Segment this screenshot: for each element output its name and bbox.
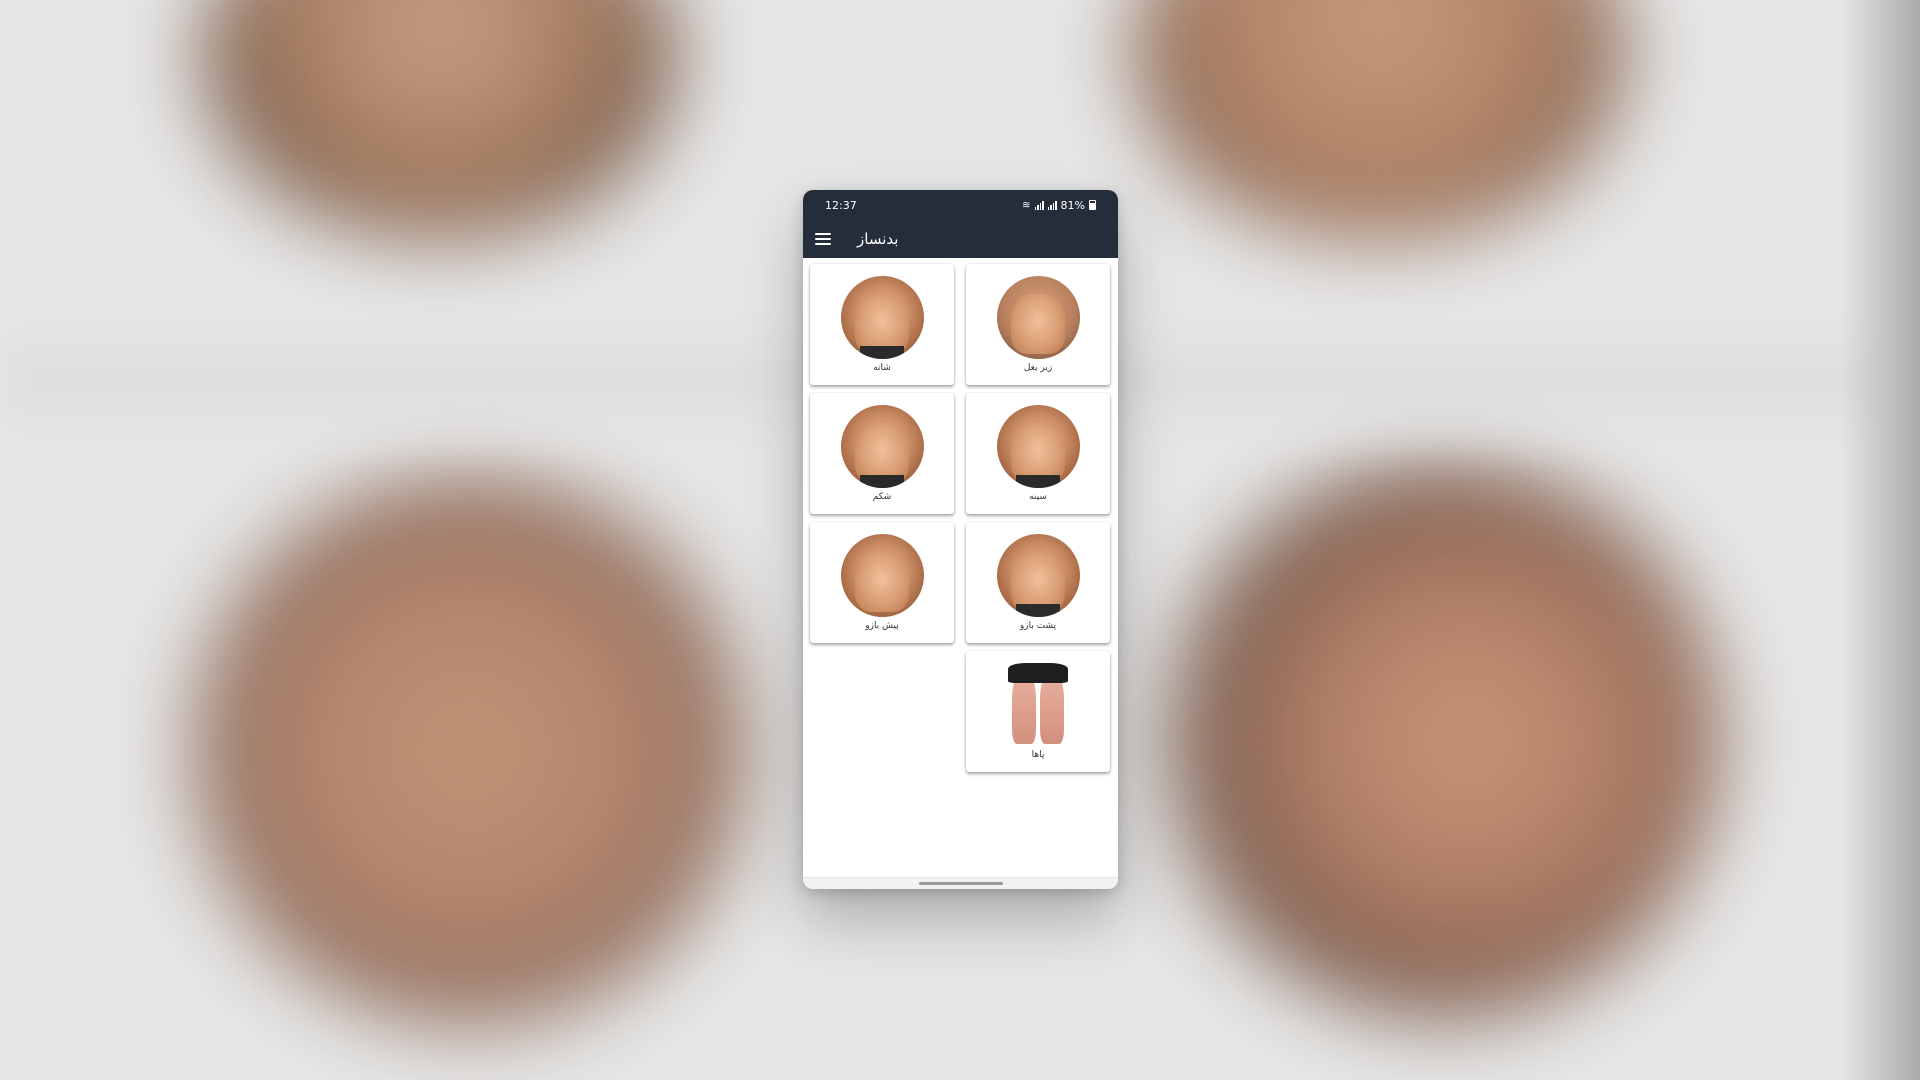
battery-icon: [1089, 200, 1096, 210]
menu-icon[interactable]: [815, 233, 831, 245]
background-blur: [190, 470, 750, 1030]
card-label: سینه: [1029, 492, 1047, 502]
card-back[interactable]: زیر بغل: [966, 264, 1110, 385]
background-blur: [1160, 460, 1720, 1020]
status-icons: ≋ 81%: [1022, 199, 1096, 212]
abs-image: [840, 405, 924, 488]
wifi-icon: ≋: [1022, 199, 1031, 211]
status-time: 12:37: [825, 198, 857, 212]
signal-icon: [1047, 200, 1057, 210]
app-toolbar: بدنساز: [803, 220, 1118, 258]
signal-icon: [1034, 200, 1044, 210]
card-label: شکم: [872, 492, 892, 502]
card-label: زیر بغل: [1023, 363, 1053, 373]
card-label: پیش بازو: [865, 621, 899, 631]
legs-image: [1008, 663, 1068, 746]
background-blur: [1130, 0, 1630, 240]
back-muscles-image: [996, 276, 1080, 359]
muscle-grid: زیر بغل شانه سینه شکم پشت بازو پیش بازو …: [803, 258, 1118, 868]
card-label: شانه: [873, 363, 891, 373]
shoulders-image: [840, 276, 924, 359]
card-chest[interactable]: سینه: [966, 393, 1110, 514]
background-edge: [1840, 0, 1920, 1080]
card-triceps[interactable]: پشت بازو: [966, 522, 1110, 643]
card-biceps[interactable]: پیش بازو: [810, 522, 954, 643]
triceps-image: [996, 534, 1080, 617]
card-shoulders[interactable]: شانه: [810, 264, 954, 385]
app-title: بدنساز: [857, 230, 899, 248]
chest-image: [996, 405, 1080, 488]
card-label: پاها: [1031, 750, 1045, 760]
gesture-bar: [803, 877, 1118, 889]
card-label: پشت بازو: [1019, 621, 1057, 631]
battery-percent: 81%: [1060, 198, 1085, 212]
status-bar: 12:37 ≋ 81%: [803, 190, 1118, 220]
biceps-image: [840, 534, 924, 617]
card-abs[interactable]: شکم: [810, 393, 954, 514]
home-indicator[interactable]: [918, 882, 1003, 885]
phone-screen: 12:37 ≋ 81% بدنساز زیر بغل شانه سینه شکم: [803, 190, 1118, 889]
card-legs[interactable]: پاها: [966, 651, 1110, 772]
background-blur: [200, 0, 680, 240]
